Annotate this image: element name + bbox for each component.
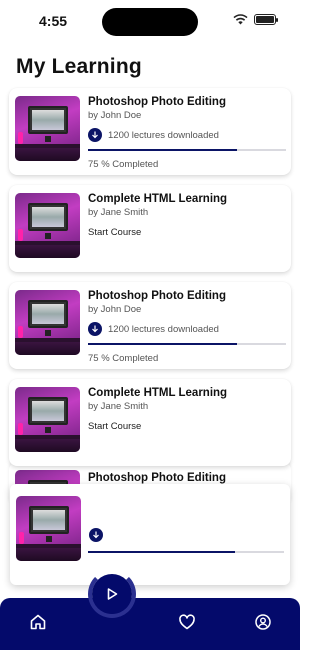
course-card[interactable]: Complete HTML Learning by Jane Smith Sta… <box>9 185 291 272</box>
course-title: Complete HTML Learning <box>88 387 228 399</box>
download-icon[interactable] <box>89 528 103 542</box>
profile-icon[interactable] <box>251 610 275 634</box>
download-icon[interactable] <box>88 322 102 336</box>
download-icon[interactable] <box>88 128 102 142</box>
play-button[interactable] <box>92 574 132 614</box>
course-author: by John Doe <box>88 110 142 121</box>
course-card[interactable]: Photoshop Photo Editing by John Doe 1200… <box>9 282 291 369</box>
mini-player[interactable] <box>10 484 290 585</box>
course-author: by John Doe <box>88 304 142 315</box>
course-author: by Jane Smith <box>88 207 149 218</box>
dynamic-island <box>102 8 198 36</box>
course-title: Photoshop Photo Editing <box>88 290 226 302</box>
course-thumbnail <box>15 290 80 355</box>
wifi-icon <box>233 14 248 25</box>
progress-label: 75 % Completed <box>88 353 159 364</box>
download-status: 1200 lectures downloaded <box>108 323 219 335</box>
course-thumbnail <box>15 193 80 258</box>
download-status: 1200 lectures downloaded <box>108 129 219 141</box>
progress-bar <box>88 343 286 345</box>
status-time: 4:55 <box>39 13 68 29</box>
heart-icon[interactable] <box>175 610 199 634</box>
course-card[interactable]: Complete HTML Learning by Jane Smith Sta… <box>9 379 291 466</box>
start-course-button[interactable]: Start Course <box>88 421 285 432</box>
mini-player-progress-bar[interactable] <box>88 551 284 553</box>
page-title: My Learning <box>16 55 142 78</box>
progress-bar <box>88 149 286 151</box>
play-icon <box>107 588 118 600</box>
status-bar: 4:55 <box>0 0 300 44</box>
course-title: Photoshop Photo Editing <box>88 96 226 108</box>
course-thumbnail <box>15 387 80 452</box>
course-thumbnail <box>15 96 80 161</box>
course-list: Photoshop Photo Editing by John Doe 1200… <box>9 88 291 476</box>
home-icon[interactable] <box>26 610 50 634</box>
progress-label: 75 % Completed <box>88 159 159 170</box>
course-card[interactable]: Photoshop Photo Editing by John Doe 1200… <box>9 88 291 175</box>
battery-icon <box>254 14 278 25</box>
course-title: Complete HTML Learning <box>88 193 228 205</box>
start-course-button[interactable]: Start Course <box>88 227 285 238</box>
status-icons <box>233 14 278 25</box>
tab-bar <box>0 598 300 650</box>
course-author: by Jane Smith <box>88 401 149 412</box>
mini-player-thumbnail <box>16 496 81 561</box>
